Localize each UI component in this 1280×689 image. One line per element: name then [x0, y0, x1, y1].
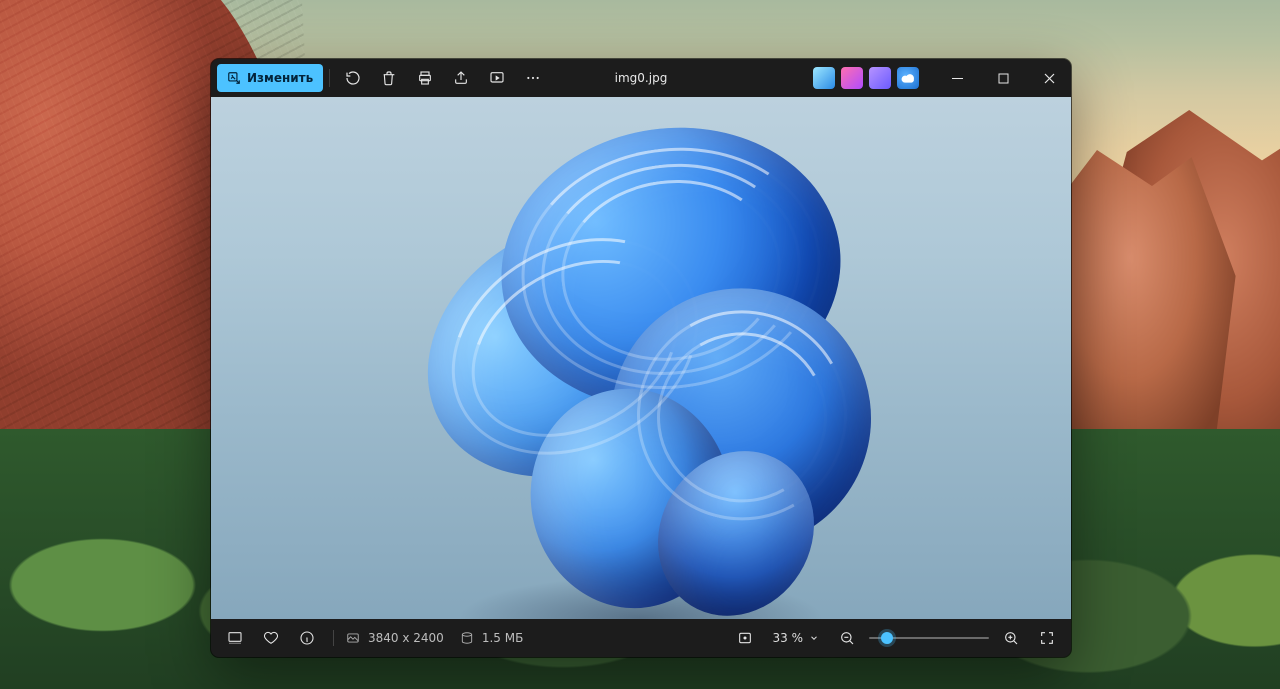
zoom-percent-label: 33 %	[773, 631, 804, 645]
heart-icon	[263, 630, 279, 646]
delete-button[interactable]	[372, 64, 406, 92]
favorite-button[interactable]	[257, 624, 285, 652]
zoom-out-icon	[839, 630, 855, 646]
window-close-button[interactable]	[1027, 59, 1071, 97]
fullscreen-icon	[1039, 630, 1055, 646]
zoom-in-icon	[1003, 630, 1019, 646]
storage-icon	[460, 631, 474, 645]
app-icon-clipchamp[interactable]	[869, 67, 891, 89]
fullscreen-button[interactable]	[1033, 624, 1061, 652]
zoom-in-button[interactable]	[997, 624, 1025, 652]
more-button[interactable]	[516, 64, 550, 92]
toolbar-divider	[329, 69, 330, 87]
actual-size-button[interactable]	[731, 624, 759, 652]
file-info-button[interactable]	[293, 624, 321, 652]
edit-image-icon	[227, 71, 241, 85]
rotate-button[interactable]	[336, 64, 370, 92]
trash-icon	[381, 70, 397, 86]
filmstrip-toggle-button[interactable]	[221, 624, 249, 652]
resolution-icon	[346, 631, 360, 645]
slideshow-button[interactable]	[480, 64, 514, 92]
app-icon-onedrive[interactable]	[897, 67, 919, 89]
edit-button-label: Изменить	[247, 71, 313, 85]
zoom-percent-dropdown[interactable]: 33 %	[767, 631, 826, 645]
window-maximize-button[interactable]	[981, 59, 1025, 97]
share-button[interactable]	[444, 64, 478, 92]
edit-button[interactable]: Изменить	[217, 64, 323, 92]
filename-label: img0.jpg	[615, 71, 668, 85]
titlebar-right-group	[811, 59, 1071, 97]
image-dimensions: 3840 x 2400	[368, 631, 444, 645]
titlebar-left-group: Изменить	[217, 64, 550, 92]
app-icon-designer[interactable]	[841, 67, 863, 89]
zoom-slider[interactable]	[869, 629, 989, 647]
printer-icon	[417, 70, 433, 86]
chevron-down-icon	[809, 633, 819, 643]
info-icon	[299, 630, 315, 646]
displayed-image	[361, 119, 921, 619]
titlebar: Изменить	[211, 59, 1071, 97]
rotate-icon	[345, 70, 361, 86]
print-button[interactable]	[408, 64, 442, 92]
more-horizontal-icon	[525, 70, 541, 86]
maximize-icon	[998, 73, 1009, 84]
statusbar: 3840 x 2400 1.5 МБ 33 %	[211, 619, 1071, 657]
actual-size-icon	[737, 630, 753, 646]
cloud-icon	[901, 73, 915, 83]
image-viewport[interactable]	[211, 97, 1071, 619]
file-size: 1.5 МБ	[482, 631, 523, 645]
close-icon	[1044, 73, 1055, 84]
slideshow-icon	[489, 70, 505, 86]
zoom-out-button[interactable]	[833, 624, 861, 652]
statusbar-divider	[333, 630, 334, 646]
window-minimize-button[interactable]	[935, 59, 979, 97]
filmstrip-icon	[227, 630, 243, 646]
share-icon	[453, 70, 469, 86]
minimize-icon	[952, 73, 963, 84]
app-icon-photos[interactable]	[813, 67, 835, 89]
zoom-slider-thumb[interactable]	[881, 632, 893, 644]
photos-app-window: Изменить	[211, 59, 1071, 657]
